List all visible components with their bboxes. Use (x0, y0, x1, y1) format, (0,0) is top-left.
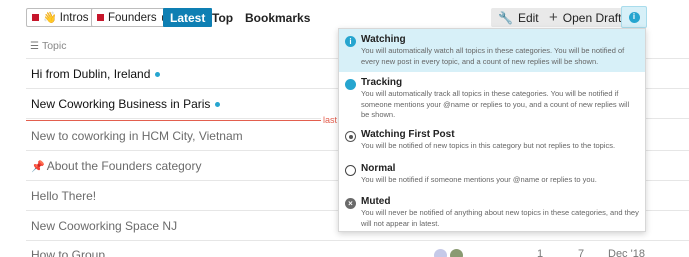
reply-count: 1 (537, 248, 544, 257)
menu-item-title: Muted (361, 196, 391, 207)
menu-item-title: Watching (361, 34, 406, 45)
menu-item-title: Normal (361, 163, 396, 174)
plus-icon: + (549, 9, 558, 26)
menu-item-watching[interactable]: i Watching You will automatically watch … (339, 29, 645, 72)
notification-level-button[interactable]: i (621, 6, 647, 28)
tab-top[interactable]: Top (205, 8, 240, 27)
menu-item-description: You will be notified if someone mentions… (361, 175, 597, 184)
watching-info-icon: i (628, 11, 640, 23)
category-breadcrumb-founders[interactable]: Founders (91, 8, 172, 27)
breadcrumb-label: Founders (108, 11, 157, 24)
open-draft-label: Open Draft (562, 10, 622, 25)
breadcrumb-label: Intros (59, 11, 89, 24)
edit-label: Edit (517, 10, 539, 25)
avatar[interactable] (434, 249, 447, 257)
menu-item-description: You will automatically watch all topics … (361, 46, 625, 66)
muted-icon: × (345, 198, 356, 209)
wrench-icon: 🔧 (498, 10, 513, 25)
pin-icon: 📌 (31, 161, 45, 173)
tab-bookmarks[interactable]: Bookmarks (238, 8, 317, 27)
topic-title-link[interactable]: New Coworking Business in Paris (31, 97, 221, 111)
menu-item-title: Tracking (361, 77, 403, 88)
view-count: 7 (578, 248, 585, 257)
new-topic-dot-icon (155, 72, 161, 78)
edit-category-button[interactable]: 🔧 Edit (491, 8, 546, 27)
open-draft-button[interactable]: + Open Draft (542, 8, 629, 27)
menu-item-title: Watching First Post (361, 129, 455, 140)
menu-item-normal[interactable]: Normal You will be notified if someone m… (339, 162, 645, 195)
new-topic-dot-icon (215, 102, 221, 108)
topic-title-link[interactable]: New to coworking in HCM City, Vietnam (31, 129, 243, 143)
topic-title-link[interactable]: New Cooworking Space NJ (31, 219, 177, 233)
normal-icon (345, 165, 356, 176)
waving-hand-emoji-icon: 👋 (43, 12, 57, 24)
activity-date[interactable]: Dec '18 (608, 248, 645, 257)
watching-first-post-icon (345, 131, 356, 142)
tracking-icon (345, 79, 356, 90)
watching-icon: i (345, 36, 356, 47)
menu-item-tracking[interactable]: Tracking You will automatically track al… (339, 74, 645, 128)
notification-level-menu: i Watching You will automatically watch … (338, 28, 646, 232)
topic-title-link[interactable]: How to Group (31, 248, 105, 257)
topic-title-link[interactable]: 📌 About the Founders category (31, 159, 201, 173)
avatar[interactable] (450, 249, 463, 257)
menu-item-description: You will never be notified of anything a… (361, 208, 639, 228)
menu-item-description: You will be notified of new topics in th… (361, 141, 616, 150)
category-color-badge (32, 14, 39, 21)
topic-title-link[interactable]: Hi from Dublin, Ireland (31, 67, 161, 81)
table-row[interactable]: How to Group 1 7 Dec '18 (26, 244, 689, 257)
menu-item-muted[interactable]: × Muted You will never be notified of an… (339, 195, 645, 232)
menu-item-description: You will automatically track all topics … (361, 89, 630, 119)
topic-title-link[interactable]: Hello There! (31, 189, 96, 203)
category-color-badge (97, 14, 104, 21)
topic-header-label: Topic (41, 40, 67, 52)
menu-item-watching-first-post[interactable]: Watching First Post You will be notified… (339, 128, 645, 161)
topic-column-header[interactable]: ☰ Topic (30, 40, 66, 52)
list-icon: ☰ (30, 40, 39, 52)
